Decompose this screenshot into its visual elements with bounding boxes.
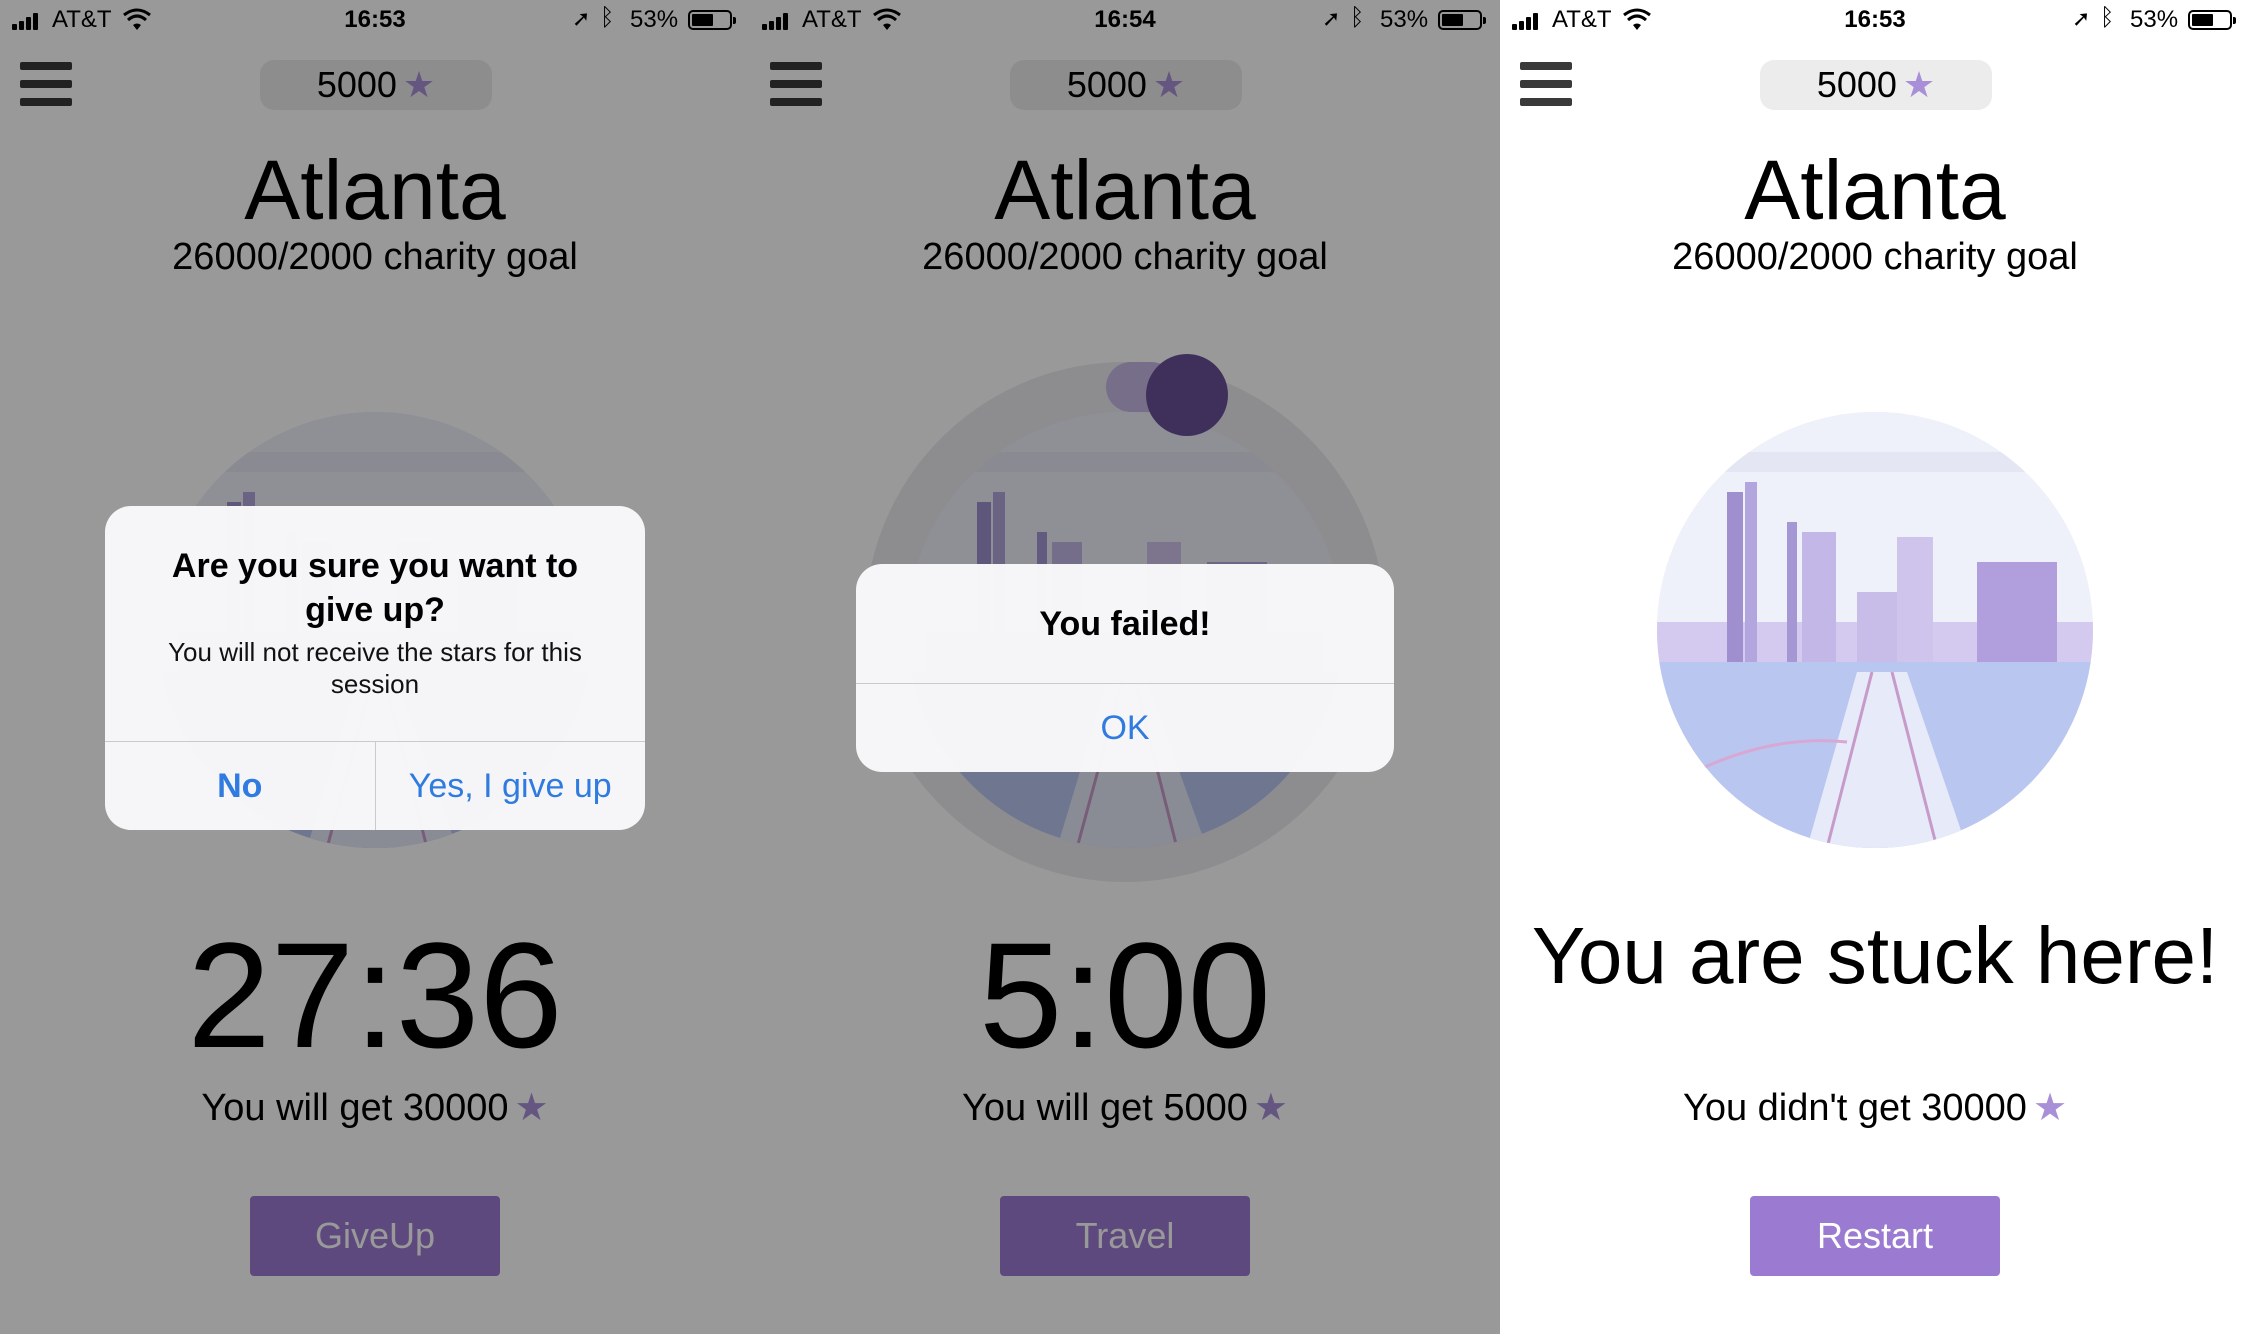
city-skyline-image — [1657, 412, 2093, 848]
stuck-message: You are stuck here! — [1531, 911, 2219, 1000]
give-up-alert: Are you sure you want to give up? You wi… — [105, 506, 645, 830]
city-name: Atlanta — [1744, 143, 2006, 237]
reward-label: You didn't get 30000 — [1682, 1087, 2027, 1129]
alert-title: Are you sure you want to give up? — [171, 547, 579, 629]
star-icon: ★ — [2032, 1087, 2068, 1129]
alert-buttons: OK — [856, 683, 1394, 772]
ok-button[interactable]: OK — [856, 684, 1394, 772]
status-bar: AT&T 16:53 ➚ ᛒ 53% — [1500, 0, 2250, 40]
alert-title: You failed! — [1039, 605, 1211, 643]
failed-alert: You failed! OK — [856, 564, 1394, 772]
restart-button[interactable]: Restart — [1750, 1196, 2000, 1276]
star-icon: ★ — [1902, 64, 1936, 105]
reward-text: You didn't get 30000 ★ — [1500, 1085, 2250, 1130]
battery-percent: 53% — [2130, 6, 2179, 33]
menu-icon[interactable] — [1520, 62, 1572, 106]
screen-failed: AT&T 16:54 ➚ ᛒ 53% 5000 ★ Atlanta 26000/2… — [750, 0, 1500, 1334]
screen-stuck: AT&T 16:53 ➚ ᛒ 53% 5000 ★ Atlanta 26000/2… — [1500, 0, 2250, 1334]
alert-buttons: No Yes, I give up — [105, 741, 645, 830]
alert-message: You will not receive the stars for this … — [168, 637, 582, 699]
location-icon: ➚ — [2072, 6, 2091, 31]
stars-count: 5000 — [1816, 64, 1897, 105]
battery-icon — [2188, 10, 2236, 30]
no-button[interactable]: No — [105, 742, 375, 830]
bluetooth-icon: ᛒ — [2100, 4, 2115, 31]
stars-balance: 5000 ★ — [1760, 60, 1992, 110]
screen-give-up-confirm: AT&T 16:53 ➚ ᛒ 53% 5000 ★ Atlanta 26000/2… — [0, 0, 750, 1334]
yes-give-up-button[interactable]: Yes, I give up — [374, 742, 646, 830]
charity-goal: 26000/2000 charity goal — [1672, 236, 2078, 278]
